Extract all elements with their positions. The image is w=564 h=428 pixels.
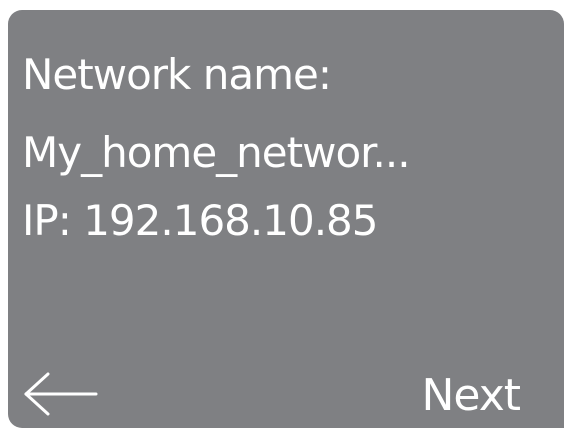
arrow-left-icon — [18, 366, 100, 422]
network-info-screen: Network name: My_home_networ... IP: 192.… — [8, 10, 564, 428]
next-button[interactable]: Next — [421, 374, 521, 418]
network-name-label: Network name: — [22, 50, 332, 99]
ip-address: IP: 192.168.10.85 — [22, 196, 378, 245]
network-name-value: My_home_networ... — [22, 128, 411, 177]
back-button[interactable] — [18, 366, 100, 422]
